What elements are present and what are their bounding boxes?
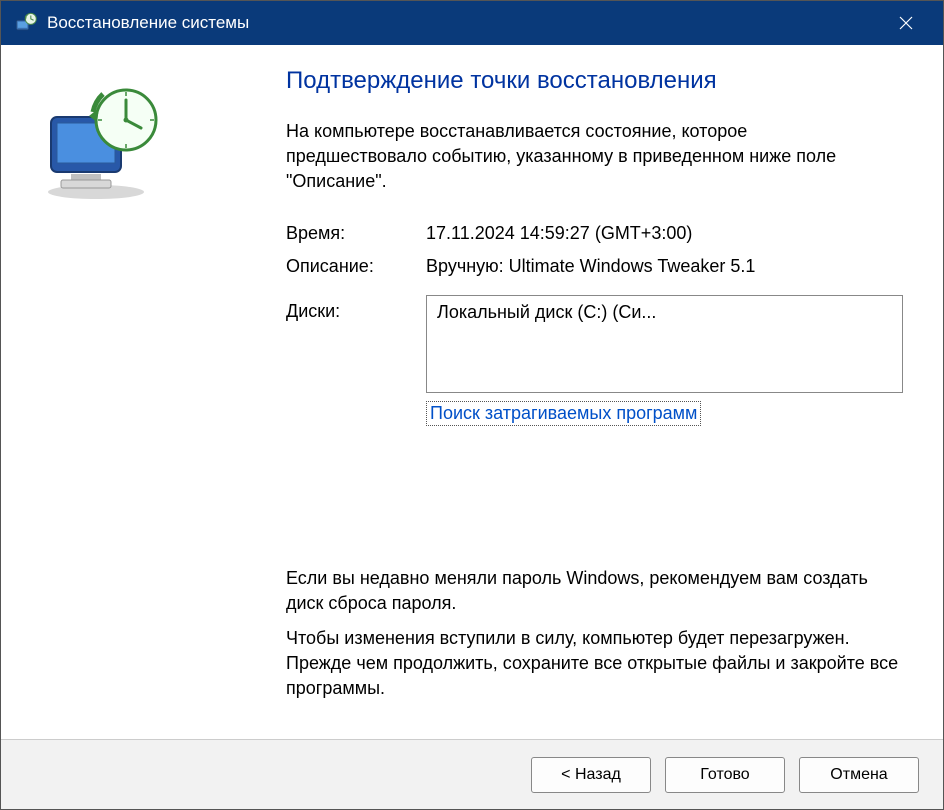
wizard-main: Подтверждение точки восстановления На ко… xyxy=(271,67,903,729)
notes-block: Если вы недавно меняли пароль Windows, р… xyxy=(286,566,903,702)
back-button[interactable]: < Назад xyxy=(531,757,651,793)
wizard-sidebar xyxy=(21,67,271,729)
window-title: Восстановление системы xyxy=(47,13,883,33)
cancel-button[interactable]: Отмена xyxy=(799,757,919,793)
close-button[interactable] xyxy=(883,1,929,45)
wizard-footer: < Назад Готово Отмена xyxy=(1,739,943,809)
client-area: Подтверждение точки восстановления На ко… xyxy=(1,45,943,809)
system-restore-wizard: Восстановление системы xyxy=(0,0,944,810)
disks-label: Диски: xyxy=(286,295,426,322)
description-row: Описание: Вручную: Ultimate Windows Twea… xyxy=(286,256,903,277)
disks-row: Диски: Локальный диск (C:) (Си... xyxy=(286,295,903,393)
time-value: 17.11.2024 14:59:27 (GMT+3:00) xyxy=(426,223,903,244)
note-password: Если вы недавно меняли пароль Windows, р… xyxy=(286,566,903,616)
page-heading: Подтверждение точки восстановления xyxy=(286,67,903,95)
system-restore-icon xyxy=(41,189,161,206)
finish-button[interactable]: Готово xyxy=(665,757,785,793)
disks-listbox[interactable]: Локальный диск (C:) (Си... xyxy=(426,295,903,393)
description-value: Вручную: Ultimate Windows Tweaker 5.1 xyxy=(426,256,903,277)
note-restart: Чтобы изменения вступили в силу, компьют… xyxy=(286,626,903,702)
titlebar[interactable]: Восстановление системы xyxy=(1,1,943,45)
description-label: Описание: xyxy=(286,256,426,277)
intro-text: На компьютере восстанавливается состояни… xyxy=(286,119,903,195)
scan-affected-programs-link[interactable]: Поиск затрагиваемых программ xyxy=(426,401,701,426)
disk-item[interactable]: Локальный диск (C:) (Си... xyxy=(437,302,892,323)
time-row: Время: 17.11.2024 14:59:27 (GMT+3:00) xyxy=(286,223,903,244)
app-icon xyxy=(15,12,37,34)
time-label: Время: xyxy=(286,223,426,244)
